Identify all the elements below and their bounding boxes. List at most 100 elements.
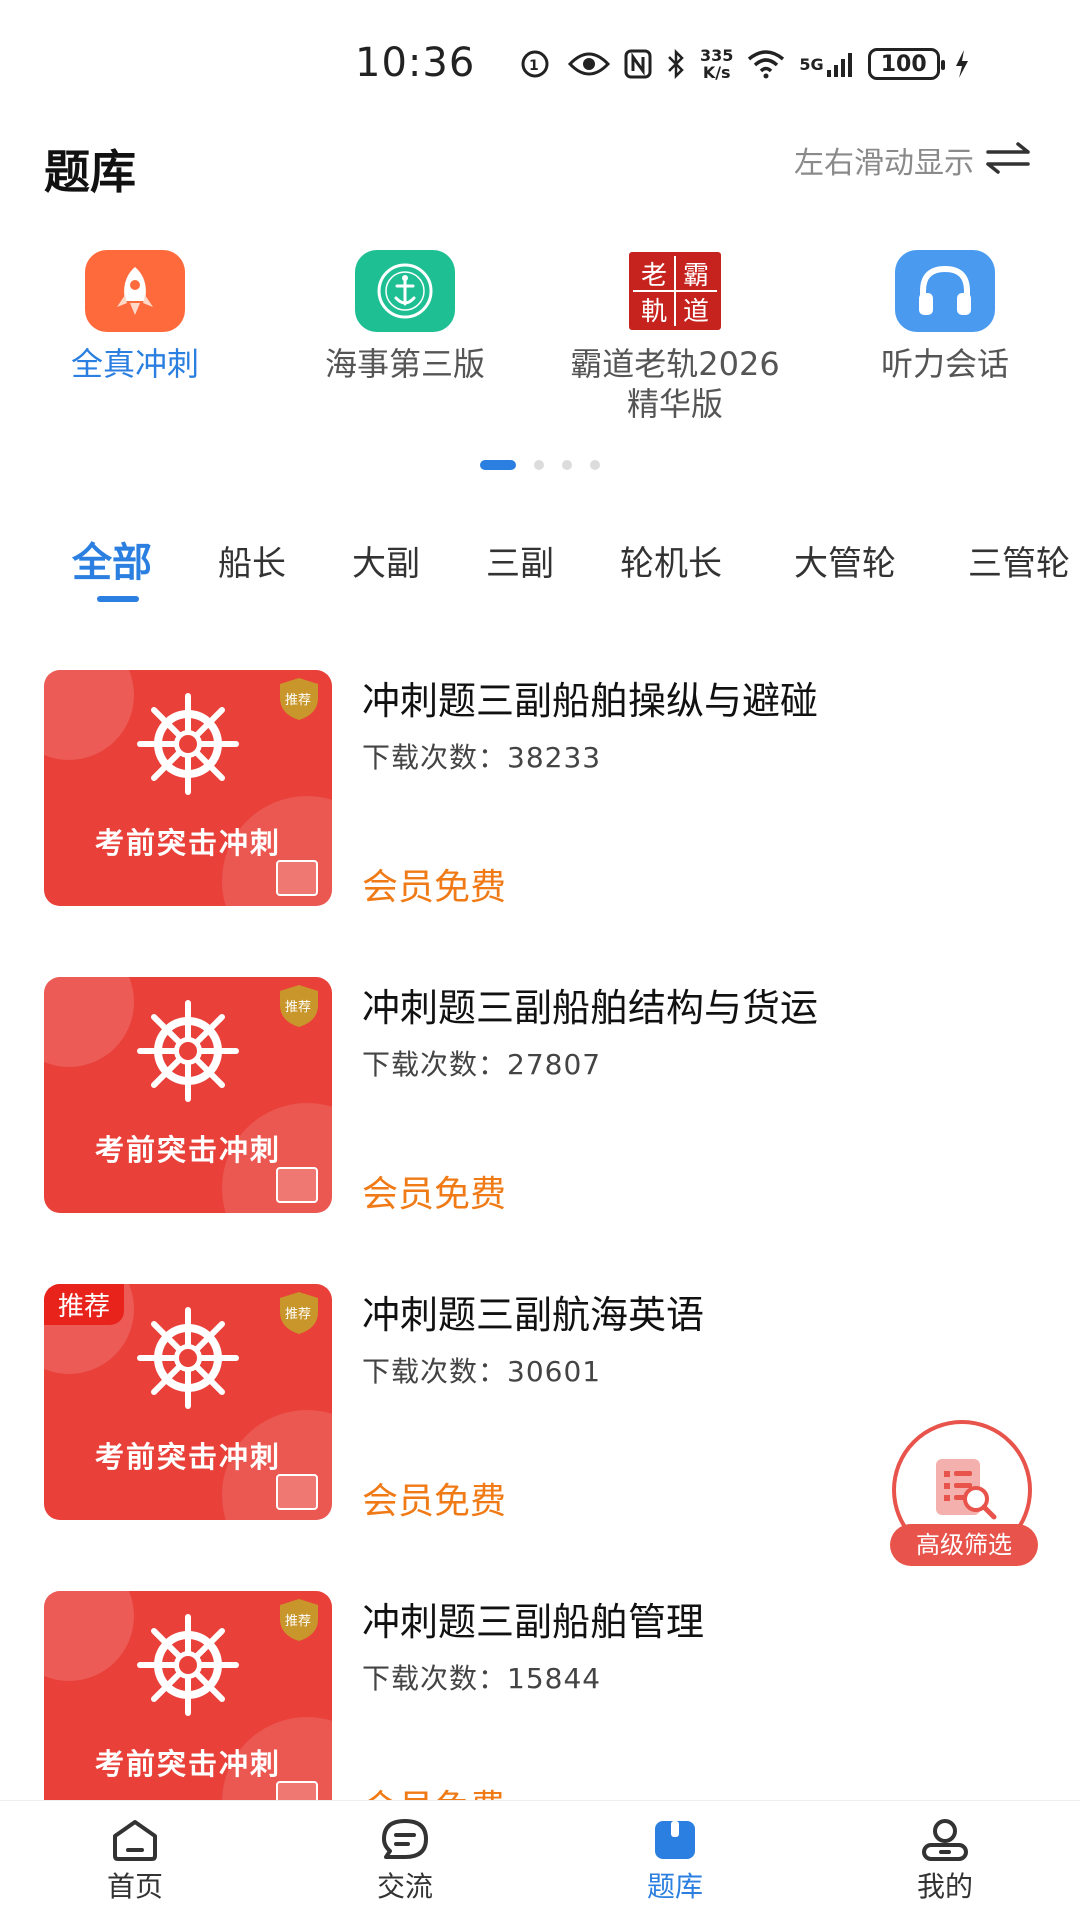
svg-text:1: 1 [529, 58, 539, 74]
featured-label-line1: 霸道老轨2026 [570, 345, 780, 383]
featured-item-sprint[interactable]: 全真冲刺 [0, 250, 270, 384]
seal-stamp-icon [276, 1167, 318, 1203]
carousel-pager [0, 460, 1080, 470]
item-price: 会员免费 [362, 1174, 507, 1215]
seal-char: 老 [641, 261, 667, 291]
thumbnail-caption: 考前突击冲刺 [94, 1440, 281, 1474]
item-price: 会员免费 [362, 1779, 506, 1800]
item-thumbnail: 考前突击冲刺 推荐 [44, 1591, 332, 1800]
seal-char: 道 [683, 297, 709, 327]
list-item[interactable]: 考前突击冲刺 推荐 冲刺题三副船舶操纵与避碰 下载次数：38233 会员免费 [0, 670, 1080, 910]
recommend-tag: 推荐 [44, 1284, 125, 1325]
shield-label: 推荐 [285, 1000, 311, 1015]
net-speed-unit: K/s [702, 63, 731, 82]
item-title: 冲刺题三副船舶操纵与避碰 [362, 679, 819, 723]
recommend-shield-icon: 推荐 [280, 1599, 318, 1641]
pager-dot-active [480, 460, 516, 470]
signal-icon: 5G [799, 50, 853, 78]
list-item[interactable]: 考前突击冲刺 推荐 冲刺题三副船舶结构与货运 下载次数：27807 会员免费 [0, 977, 1080, 1217]
bottom-nav: 首页 交流 题库 我的 [0, 1800, 1080, 1920]
tab-captain[interactable]: 船长 [218, 536, 286, 585]
bluetooth-icon [666, 49, 686, 79]
advanced-filter-label: 高级筛选 [890, 1524, 1038, 1566]
seal-stamp-icon [276, 1474, 318, 1510]
nav-question-bank-label: 题库 [646, 1870, 703, 1903]
advanced-filter-button[interactable]: 高级筛选 [890, 1420, 1038, 1566]
net-speed: 335 K/s [700, 47, 733, 81]
nav-question-bank[interactable]: 题库 [575, 1817, 775, 1905]
featured-item-maritime[interactable]: 海事第三版 [270, 250, 540, 384]
item-price: 会员免费 [362, 1481, 507, 1522]
chat-bubble-icon [378, 1817, 432, 1863]
status-icons: 1 335 K/s 5G 100 [520, 44, 970, 84]
featured-label: 海事第三版 [324, 345, 485, 383]
item-title: 冲刺题三副航海英语 [362, 1293, 705, 1337]
featured-item-badao[interactable]: 老 霸 軌 道 霸道老轨2026 精华版 [540, 250, 810, 424]
tab-second-engineer[interactable]: 大管轮 [794, 536, 896, 585]
item-thumbnail: 考前突击冲刺 推荐 [44, 977, 332, 1213]
nfc-icon [624, 49, 652, 79]
shield-label: 推荐 [285, 693, 311, 708]
category-tabs[interactable]: 全部 船长 大副 三副 轮机长 大管轮 三管轮 [0, 530, 1080, 610]
rocket-icon [85, 250, 185, 332]
item-title: 冲刺题三副船舶结构与货运 [362, 986, 819, 1030]
ship-wheel-icon [137, 1307, 239, 1409]
tab-chief-engineer[interactable]: 轮机长 [620, 536, 722, 585]
headphones-icon [895, 250, 995, 332]
tab-active-indicator [97, 596, 139, 602]
recommend-shield-icon: 推荐 [280, 678, 318, 720]
thumbnail-caption: 考前突击冲刺 [94, 1747, 281, 1781]
thumbnail-caption: 考前突击冲刺 [94, 826, 281, 860]
nav-home[interactable]: 首页 [35, 1817, 235, 1905]
status-bar: 10:36 1 335 K/s 5G 100 [0, 0, 1080, 130]
nav-home-label: 首页 [106, 1870, 163, 1903]
item-downloads: 下载次数：15844 [362, 1662, 602, 1695]
tab-chief-mate[interactable]: 大副 [352, 536, 420, 585]
tab-third-mate[interactable]: 三副 [486, 536, 554, 585]
featured-label: 听力会话 [880, 345, 1009, 383]
swipe-hint[interactable]: 左右滑动显示 [794, 138, 1032, 182]
wifi-icon [747, 49, 785, 79]
ship-wheel-icon [137, 1000, 239, 1102]
swap-arrows-icon [984, 140, 1032, 180]
network-type: 5G [799, 54, 824, 74]
book-icon [648, 1817, 702, 1863]
shield-label: 推荐 [285, 1614, 311, 1629]
battery-icon: 100 [867, 48, 945, 80]
page-title: 题库 [44, 145, 136, 199]
maritime-emblem-icon [355, 250, 455, 332]
list-item[interactable]: 考前突击冲刺 推荐 冲刺题三副船舶管理 下载次数：15844 会员免费 [0, 1591, 1080, 1800]
item-title: 冲刺题三副船舶管理 [362, 1600, 705, 1644]
charging-icon [954, 49, 970, 79]
featured-carousel[interactable]: 全真冲刺 海事第三版 老 霸 軌 道 霸道老轨2026 精华版 听力会话 [0, 250, 1080, 430]
ship-wheel-icon [137, 1614, 239, 1716]
nav-community-label: 交流 [376, 1870, 433, 1903]
thumbnail-caption: 考前突击冲刺 [94, 1133, 281, 1167]
tab-all[interactable]: 全部 [72, 530, 152, 588]
seal-logo-icon: 老 霸 軌 道 [625, 250, 725, 332]
home-icon [108, 1817, 162, 1863]
ship-wheel-icon [137, 693, 239, 795]
nav-mine[interactable]: 我的 [845, 1817, 1045, 1905]
item-downloads: 下载次数：30601 [362, 1355, 602, 1388]
featured-label-line2: 精华版 [626, 385, 723, 423]
shield-label: 推荐 [285, 1307, 311, 1322]
pager-dot [534, 460, 544, 470]
seal-char: 霸 [683, 261, 709, 291]
pager-dot [562, 460, 572, 470]
user-icon [918, 1817, 972, 1863]
document-search-icon [936, 1459, 997, 1520]
nav-community[interactable]: 交流 [305, 1817, 505, 1905]
battery-level: 100 [880, 51, 927, 77]
nav-mine-label: 我的 [916, 1870, 973, 1903]
swipe-hint-label: 左右滑动显示 [794, 146, 974, 181]
featured-item-listening[interactable]: 听力会话 [810, 250, 1080, 384]
featured-label: 全真冲刺 [70, 345, 199, 383]
question-bank-list[interactable]: 考前突击冲刺 推荐 冲刺题三副船舶操纵与避碰 下载次数：38233 会员免费 考… [0, 670, 1080, 1800]
seal-char: 軌 [641, 297, 667, 327]
hd-call-icon: 1 [520, 49, 554, 79]
seal-stamp-icon [276, 1781, 318, 1800]
tab-third-engineer[interactable]: 三管轮 [968, 536, 1070, 585]
item-price: 会员免费 [362, 867, 507, 908]
seal-stamp-icon [276, 860, 318, 896]
